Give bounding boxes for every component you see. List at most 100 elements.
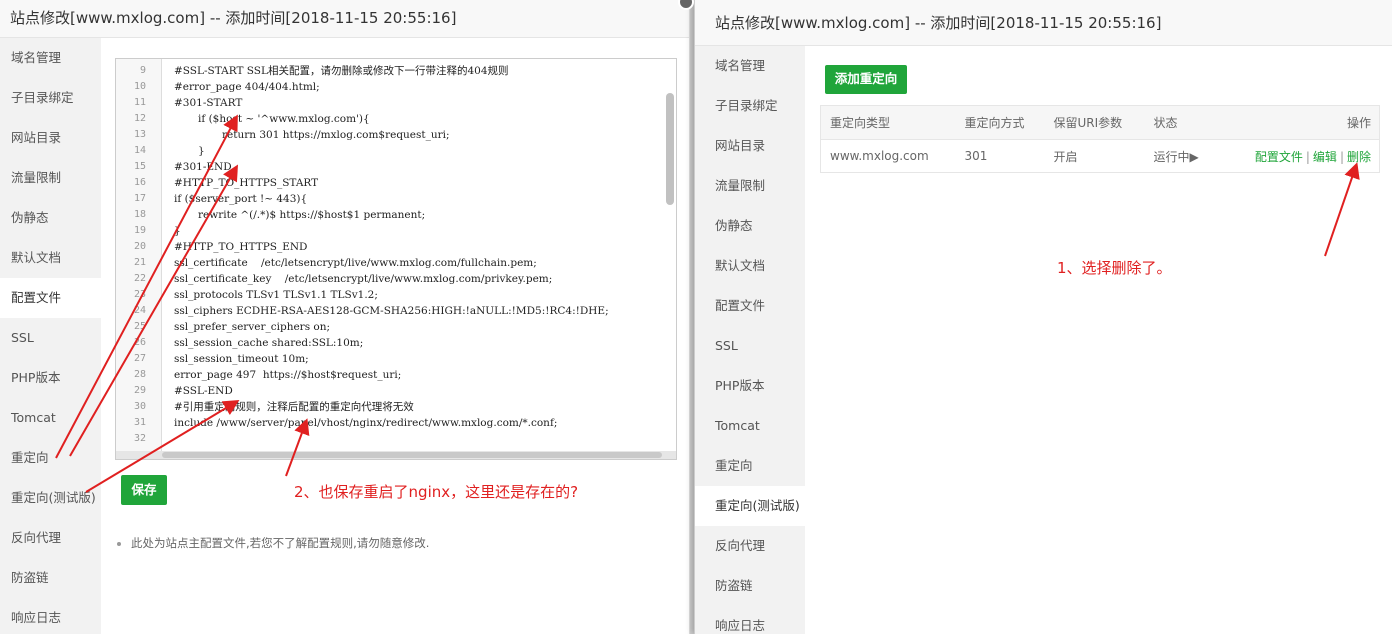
code-line: 16 #HTTP_TO_HTTPS_START bbox=[116, 175, 676, 191]
line-number: 15 bbox=[133, 161, 146, 172]
code-text: ssl_ciphers ECDHE-RSA-AES128-GCM-SHA256:… bbox=[174, 305, 609, 317]
line-number: 20 bbox=[133, 241, 146, 252]
code-line: 22 ssl_certificate_key /etc/letsencrypt/l… bbox=[116, 271, 676, 287]
code-text: ssl_certificate_key /etc/letsencrypt/liv… bbox=[174, 273, 553, 285]
col-header-status: 状态 bbox=[1144, 105, 1235, 140]
code-text: } bbox=[174, 225, 181, 237]
sidebar-item-13[interactable]: 防盗链 bbox=[695, 566, 805, 606]
bullet-icon bbox=[117, 541, 121, 546]
sidebar-item-8[interactable]: PHP版本 bbox=[695, 366, 805, 406]
sidebar-item-1[interactable]: 子目录绑定 bbox=[695, 86, 805, 126]
line-number: 27 bbox=[133, 353, 146, 364]
edit-link[interactable]: 编辑 bbox=[1313, 150, 1337, 164]
sidebar: 域名管理 子目录绑定 网站目录 流量限制 伪静态 默认文档 配置文件 SSL PHP版本 Tomc… bbox=[695, 46, 805, 634]
code-text: #引用重定向规则，注释后配置的重定向代理将无效 bbox=[174, 401, 414, 413]
col-header-keep-uri: 保留URI参数 bbox=[1044, 105, 1145, 140]
code-text: #301-END bbox=[174, 161, 232, 173]
sidebar-item-1[interactable]: 子目录绑定 bbox=[0, 78, 101, 118]
sidebar-item-14[interactable]: 响应日志 bbox=[0, 598, 101, 634]
col-header-method: 重定向方式 bbox=[955, 105, 1045, 140]
line-number: 26 bbox=[133, 337, 146, 348]
sidebar-item-11[interactable]: 重定向(测试版) bbox=[695, 486, 805, 526]
code-text: #SSL-START SSL相关配置，请勿删除或修改下一行带注释的404规则 bbox=[174, 65, 509, 77]
line-number: 29 bbox=[133, 385, 146, 396]
code-line: 19} bbox=[116, 223, 676, 239]
sidebar-item-5[interactable]: 默认文档 bbox=[0, 238, 101, 278]
horizontal-scrollbar-thumb[interactable] bbox=[162, 452, 662, 458]
line-number: 14 bbox=[133, 145, 146, 156]
code-line: 12 if ($host ~ '^www.mxlog.com'){ bbox=[116, 111, 676, 127]
code-line: 29 #SSL-END bbox=[116, 383, 676, 399]
sidebar-item-12[interactable]: 反向代理 bbox=[0, 518, 101, 558]
site-edit-dialog-left: 站点修改[www.mxlog.com] -- 添加时间[2018-11-15 2… bbox=[0, 0, 690, 634]
code-text: include /www/server/panel/vhost/nginx/re… bbox=[174, 417, 558, 429]
annotation-text-1: 1、选择删除了。 bbox=[1057, 259, 1172, 277]
code-line: 30 #引用重定向规则，注释后配置的重定向代理将无效 bbox=[116, 399, 676, 415]
cell-method: 301 bbox=[964, 149, 988, 163]
code-text: error_page 497 https://$host$request_uri… bbox=[174, 369, 402, 381]
line-number: 18 bbox=[133, 209, 146, 220]
sidebar-item-3[interactable]: 流量限制 bbox=[695, 166, 805, 206]
sidebar-item-7[interactable]: SSL bbox=[695, 326, 805, 366]
save-button[interactable]: 保存 bbox=[121, 475, 167, 505]
sidebar-item-9[interactable]: Tomcat bbox=[695, 406, 805, 446]
code-line: 27 ssl_session_timeout 10m; bbox=[116, 351, 676, 367]
sidebar-item-10[interactable]: 重定向 bbox=[0, 438, 101, 478]
sidebar-item-13[interactable]: 防盗链 bbox=[0, 558, 101, 598]
code-text: if ($host ~ '^www.mxlog.com'){ bbox=[198, 113, 370, 125]
line-number: 13 bbox=[133, 129, 146, 140]
sidebar-item-6[interactable]: 配置文件 bbox=[0, 278, 101, 318]
sidebar-item-8[interactable]: PHP版本 bbox=[0, 358, 101, 398]
col-header-type: 重定向类型 bbox=[820, 105, 956, 140]
code-line: 17 if ($server_port !~ 443){ bbox=[116, 191, 676, 207]
redirect-pane: 添加重定向 重定向类型 重定向方式 保留URI参数 状态 操作 www.mxlo… bbox=[805, 46, 1392, 634]
code-line: 10 #error_page 404/404.html; bbox=[116, 79, 676, 95]
sidebar-item-3[interactable]: 流量限制 bbox=[0, 158, 101, 198]
code-line: 32 bbox=[116, 431, 676, 447]
site-edit-dialog-right: 站点修改[www.mxlog.com] -- 添加时间[2018-11-15 2… bbox=[694, 0, 1392, 634]
code-text: rewrite ^(/.*)$ https://$host$1 permanen… bbox=[198, 209, 426, 221]
line-number: 19 bbox=[133, 225, 146, 236]
code-line: 14} bbox=[116, 143, 676, 159]
sidebar-item-5[interactable]: 默认文档 bbox=[695, 246, 805, 286]
line-number: 23 bbox=[133, 289, 146, 300]
code-editor[interactable]: 9 #SSL-START SSL相关配置，请勿删除或修改下一行带注释的404规则 1… bbox=[115, 58, 677, 460]
delete-link[interactable]: 删除 bbox=[1347, 150, 1371, 164]
line-number: 32 bbox=[133, 433, 146, 444]
code-text: #SSL-END bbox=[174, 385, 233, 397]
code-line: 18 rewrite ^(/.*)$ https://$host$1 perman… bbox=[116, 207, 676, 223]
sidebar-item-6[interactable]: 配置文件 bbox=[695, 286, 805, 326]
sidebar-item-4[interactable]: 伪静态 bbox=[695, 206, 805, 246]
tip-text: 此处为站点主配置文件,若您不了解配置规则,请勿随意修改. bbox=[131, 536, 430, 550]
sidebar-item-14[interactable]: 响应日志 bbox=[695, 606, 805, 634]
code-line: 15 #301-END bbox=[116, 159, 676, 175]
sidebar-item-11[interactable]: 重定向(测试版) bbox=[0, 478, 101, 518]
sidebar-item-9[interactable]: Tomcat bbox=[0, 398, 101, 438]
code-text: #301-START bbox=[174, 97, 243, 109]
code-text: if ($server_port !~ 443){ bbox=[174, 193, 308, 205]
separator: | bbox=[1339, 149, 1344, 164]
code-text: return 301 https://mxlog.com$request_uri… bbox=[222, 129, 450, 141]
line-number: 24 bbox=[133, 305, 146, 316]
code-line: 20 #HTTP_TO_HTTPS_END bbox=[116, 239, 676, 255]
sidebar-item-4[interactable]: 伪静态 bbox=[0, 198, 101, 238]
line-number: 25 bbox=[133, 321, 146, 332]
code-line: 21 ssl_certificate /etc/letsencrypt/live/… bbox=[116, 255, 676, 271]
sidebar-item-12[interactable]: 反向代理 bbox=[695, 526, 805, 566]
redirect-table: 重定向类型 重定向方式 保留URI参数 状态 操作 www.mxlog.com … bbox=[820, 105, 1380, 173]
sidebar-item-0[interactable]: 域名管理 bbox=[0, 38, 101, 78]
config-file-link[interactable]: 配置文件 bbox=[1255, 150, 1303, 164]
code-text: ssl_protocols TLSv1 TLSv1.1 TLSv1.2; bbox=[174, 289, 378, 301]
sidebar-item-2[interactable]: 网站目录 bbox=[0, 118, 101, 158]
sidebar-item-2[interactable]: 网站目录 bbox=[695, 126, 805, 166]
cell-status-toggle[interactable]: 运行中▶ bbox=[1145, 140, 1235, 173]
sidebar-item-10[interactable]: 重定向 bbox=[695, 446, 805, 486]
code-text: #HTTP_TO_HTTPS_START bbox=[174, 177, 319, 189]
col-header-ops: 操作 bbox=[1234, 105, 1380, 140]
code-line: 24 ssl_ciphers ECDHE-RSA-AES128-GCM-SHA25… bbox=[116, 303, 676, 319]
sidebar-item-7[interactable]: SSL bbox=[0, 318, 101, 358]
line-number: 21 bbox=[133, 257, 146, 268]
add-redirect-button[interactable]: 添加重定向 bbox=[825, 65, 907, 94]
config-file-pane: 9 #SSL-START SSL相关配置，请勿删除或修改下一行带注释的404规则 1… bbox=[101, 38, 689, 634]
sidebar-item-0[interactable]: 域名管理 bbox=[695, 46, 805, 86]
